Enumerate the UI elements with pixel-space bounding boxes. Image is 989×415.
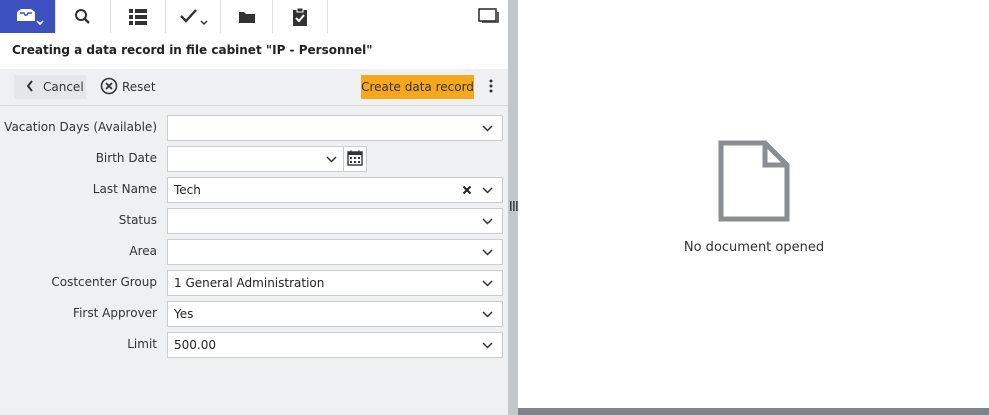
clipboard-button[interactable] [273, 0, 328, 33]
reset-icon [100, 77, 118, 98]
more-options-button[interactable] [484, 75, 498, 99]
page-title: Creating a data record in file cabinet "… [12, 43, 373, 57]
chevron-down-icon[interactable] [482, 246, 493, 261]
field-label: Birth Date [95, 151, 157, 165]
chevron-down-icon[interactable] [482, 215, 493, 230]
chevron-down-icon[interactable] [482, 277, 493, 292]
list-icon [128, 8, 148, 26]
field-label: Last Name [92, 182, 157, 196]
splitter-grip-icon[interactable] [510, 200, 518, 214]
search-button[interactable] [56, 0, 111, 33]
field-value: 1 General Administration [174, 276, 325, 290]
calendar-icon [347, 150, 363, 169]
area-field[interactable] [167, 239, 503, 265]
chevron-down-icon[interactable] [482, 339, 493, 354]
create-data-record-button[interactable]: Create data record [361, 75, 474, 99]
limit-field[interactable]: 500.00 [167, 332, 503, 358]
form-row-status: Status [0, 208, 508, 234]
form-panel: Creating a data record in file cabinet "… [0, 0, 508, 415]
field-label: Costcenter Group [51, 275, 157, 289]
birth-date-field[interactable] [167, 146, 344, 172]
field-value: 500.00 [174, 338, 216, 352]
costcenter-group-field[interactable]: 1 General Administration [167, 270, 503, 296]
chevron-down-icon[interactable] [482, 184, 493, 199]
form-row-first-approver: First Approver Yes [0, 301, 508, 327]
chevron-down-icon[interactable] [482, 122, 493, 137]
chevron-down-icon[interactable] [326, 153, 337, 168]
cancel-label: Cancel [43, 80, 84, 94]
form-row-limit: Limit 500.00 [0, 332, 508, 358]
calendar-button[interactable] [343, 146, 367, 172]
field-label: Limit [127, 337, 157, 351]
field-label: Vacation Days (Available) [4, 120, 157, 134]
form-row-last-name: Last Name Tech [0, 177, 508, 203]
first-approver-field[interactable]: Yes [167, 301, 503, 327]
list-button[interactable] [111, 0, 166, 33]
tasks-button[interactable] [166, 0, 221, 33]
reset-label: Reset [122, 80, 156, 94]
more-vertical-icon [489, 79, 493, 96]
document-icon [718, 140, 790, 225]
search-icon [74, 8, 92, 26]
status-field[interactable] [167, 208, 503, 234]
clipboard-check-icon [291, 7, 309, 27]
main-toolbar [0, 0, 508, 34]
vacation-days-field[interactable] [167, 115, 503, 141]
field-label: Area [129, 244, 157, 258]
viewer-bottom-bar [518, 408, 989, 415]
chevron-left-icon [26, 79, 34, 95]
form-row-costcenter-group: Costcenter Group 1 General Administratio… [0, 270, 508, 296]
chevron-down-icon[interactable] [482, 308, 493, 323]
form-row-area: Area [0, 239, 508, 265]
field-label: Status [118, 213, 157, 227]
field-value: Tech [174, 183, 201, 197]
folder-icon [238, 9, 256, 25]
window-button[interactable] [478, 7, 500, 28]
tray-button[interactable] [0, 0, 56, 33]
tray-icon [10, 6, 46, 28]
clear-icon[interactable] [462, 183, 472, 200]
field-label: First Approver [73, 306, 157, 320]
header: Creating a data record in file cabinet "… [0, 33, 508, 69]
form-row-vacation-days: Vacation Days (Available) [0, 115, 508, 141]
window-icon [478, 8, 500, 28]
last-name-field[interactable]: Tech [167, 177, 503, 203]
reset-button[interactable]: Reset [100, 75, 156, 99]
folder-button[interactable] [221, 0, 273, 33]
field-value: Yes [174, 307, 194, 321]
action-bar: Cancel Reset Create data record [0, 69, 508, 106]
no-document-text: No document opened [683, 240, 825, 255]
checkmark-icon [176, 6, 210, 28]
cancel-button[interactable]: Cancel [14, 75, 86, 99]
form-row-birth-date: Birth Date [0, 146, 508, 172]
